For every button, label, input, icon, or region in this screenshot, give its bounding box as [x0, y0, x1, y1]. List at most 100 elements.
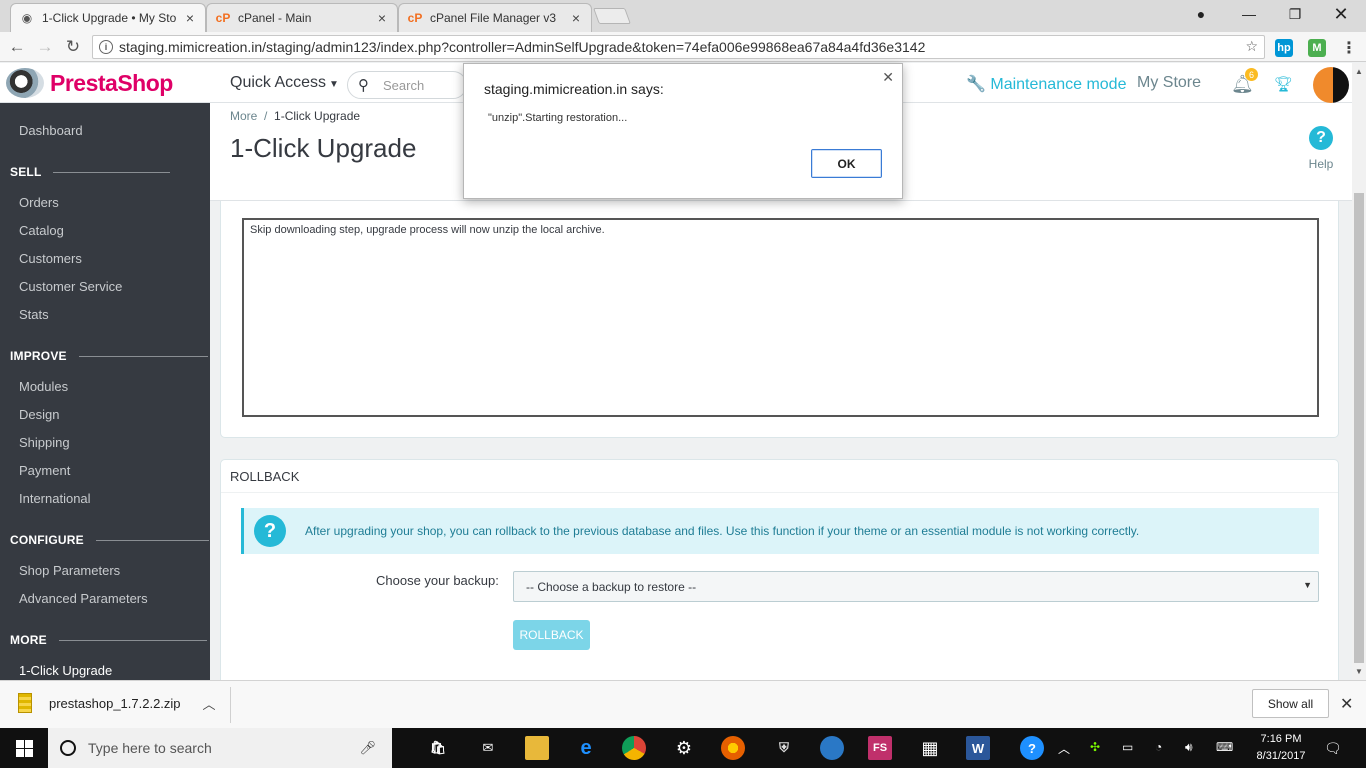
hp-extension-icon[interactable]: hp — [1275, 39, 1293, 57]
settings-gear-icon[interactable]: ⚙ — [672, 736, 696, 760]
backup-select[interactable]: -- Choose a backup to restore -- ▼ — [513, 571, 1319, 602]
tab-cpanel-file-manager[interactable]: cP cPanel File Manager v3 × — [398, 3, 592, 32]
question-icon: ? — [254, 515, 286, 547]
battery-icon[interactable]: ▭ — [1122, 740, 1133, 754]
scroll-up-icon[interactable]: ▲ — [1355, 67, 1363, 76]
back-arrow-icon[interactable]: ← — [6, 36, 28, 58]
file-explorer-icon[interactable] — [525, 736, 549, 760]
tab-cpanel-main[interactable]: cP cPanel - Main × — [206, 3, 398, 32]
my-store-link[interactable]: My Store — [1137, 74, 1201, 92]
shield-app-icon[interactable]: ⛨ — [772, 736, 796, 760]
cortana-icon — [60, 740, 76, 756]
trophy-icon[interactable]: 🏆︎ — [1274, 75, 1293, 93]
scroll-down-icon[interactable]: ▼ — [1355, 667, 1363, 676]
thunderbird-icon[interactable] — [820, 736, 844, 760]
sidebar-item-shop-parameters[interactable]: Shop Parameters — [19, 563, 120, 578]
word-icon[interactable]: W — [966, 736, 990, 760]
taskbar-search-input[interactable]: Type here to search 🎤︎ — [48, 728, 392, 768]
sidebar: Dashboard SELL Orders Catalog Customers … — [0, 103, 210, 680]
fs-app-icon[interactable]: FS — [868, 736, 892, 760]
notification-badge: 6 — [1245, 68, 1258, 81]
tab-title: cPanel - Main — [238, 11, 312, 25]
volume-icon[interactable]: 🔊︎ — [1185, 740, 1193, 755]
profile-icon[interactable]: ● — [1178, 0, 1224, 28]
bookmark-star-icon[interactable]: ☆ — [1245, 38, 1258, 55]
taskbar-clock[interactable]: 7:16 PM 8/31/2017 — [1256, 731, 1306, 765]
download-shelf: prestashop_1.7.2.2.zip ︿ Show all ✕ — [0, 680, 1366, 728]
quick-access-dropdown[interactable]: Quick Access ▼ — [230, 74, 339, 92]
forward-arrow-icon[interactable]: → — [34, 36, 56, 58]
edge-icon[interactable]: e — [574, 736, 598, 760]
sidebar-item-dashboard[interactable]: Dashboard — [19, 123, 83, 138]
close-dialog-icon[interactable]: ✕ — [882, 69, 894, 86]
firefox-icon[interactable] — [721, 736, 745, 760]
search-input[interactable]: ⚲ Search — [347, 71, 467, 99]
dialog-message: "unzip".Starting restoration... — [488, 112, 628, 124]
tray-app-icon[interactable]: ✣ — [1090, 740, 1100, 754]
caret-down-icon: ▼ — [329, 79, 339, 90]
backup-label: Choose your backup: — [376, 573, 499, 588]
reload-icon[interactable]: ↻ — [62, 36, 84, 58]
sidebar-item-shipping[interactable]: Shipping — [19, 435, 70, 450]
windows-taskbar: Type here to search 🎤︎ 🛍︎ ✉ e ⚙ ⛨ FS ▦ W… — [0, 728, 1366, 768]
tray-chevron-icon[interactable]: ︿ — [1058, 740, 1070, 757]
sidebar-item-modules[interactable]: Modules — [19, 379, 68, 394]
breadcrumb-current: 1-Click Upgrade — [274, 109, 361, 123]
close-window-icon[interactable]: ✕ — [1318, 0, 1364, 28]
rollback-button[interactable]: ROLLBACK — [513, 620, 590, 650]
sidebar-section-improve: IMPROVE — [10, 349, 208, 363]
sidebar-item-customer-service[interactable]: Customer Service — [19, 279, 122, 294]
breadcrumb: More / 1-Click Upgrade — [230, 109, 361, 123]
help-button[interactable]: ? Help — [1306, 126, 1336, 171]
maximize-icon[interactable]: ❐ — [1272, 0, 1318, 28]
maintenance-mode-link[interactable]: 🔧 Maintenance mode — [966, 74, 1126, 94]
chevron-up-icon[interactable]: ︿ — [203, 694, 216, 713]
dialog-ok-button[interactable]: OK — [811, 149, 882, 178]
close-tab-icon[interactable]: × — [183, 10, 197, 26]
site-info-icon[interactable]: i — [99, 40, 113, 54]
sidebar-item-design[interactable]: Design — [19, 407, 59, 422]
tab-1-click-upgrade[interactable]: ◉ 1-Click Upgrade • My Sto × — [10, 3, 206, 32]
sidebar-section-sell: SELL — [10, 165, 171, 179]
show-all-button[interactable]: Show all — [1252, 689, 1329, 718]
extension-icon[interactable]: M — [1308, 39, 1326, 57]
url-input[interactable]: i staging.mimicreation.in/staging/admin1… — [92, 35, 1265, 59]
windows-start-icon[interactable] — [16, 740, 33, 757]
help-icon: ? — [1309, 126, 1333, 150]
calculator-icon[interactable]: ▦ — [918, 736, 942, 760]
menu-dots-icon[interactable]: ⋮ — [1340, 39, 1358, 57]
sidebar-item-customers[interactable]: Customers — [19, 251, 82, 266]
sidebar-item-orders[interactable]: Orders — [19, 195, 59, 210]
sidebar-item-1-click-upgrade[interactable]: 1-Click Upgrade — [19, 663, 112, 678]
help-app-icon[interactable]: ? — [1020, 736, 1044, 760]
sidebar-item-advanced-parameters[interactable]: Advanced Parameters — [19, 591, 148, 606]
scrollbar-thumb[interactable] — [1354, 193, 1364, 663]
prestashop-logo[interactable]: PrestaShop — [6, 68, 173, 98]
alert-dialog: staging.mimicreation.in says: ✕ "unzip".… — [463, 63, 903, 199]
tab-title: 1-Click Upgrade • My Sto — [42, 11, 177, 25]
microphone-icon[interactable]: 🎤︎ — [359, 740, 376, 756]
page-title: 1-Click Upgrade — [230, 133, 417, 163]
wrench-icon: 🔧 — [966, 76, 986, 93]
sidebar-item-stats[interactable]: Stats — [19, 307, 49, 322]
download-item[interactable]: prestashop_1.7.2.2.zip ︿ — [18, 693, 216, 713]
minimize-icon[interactable]: — — [1226, 0, 1272, 28]
page-scrollbar[interactable]: ▲ ▼ — [1352, 63, 1366, 680]
keyboard-icon[interactable]: ⌨ — [1216, 740, 1233, 754]
sidebar-section-configure: CONFIGURE — [10, 533, 209, 547]
wifi-icon[interactable]: ◔ — [1155, 740, 1162, 754]
upgrade-log-textarea[interactable]: Skip downloading step, upgrade process w… — [242, 218, 1319, 417]
store-icon[interactable]: 🛍︎ — [426, 736, 450, 760]
breadcrumb-more[interactable]: More — [230, 109, 257, 123]
avatar[interactable] — [1313, 67, 1349, 103]
close-tab-icon[interactable]: × — [569, 10, 583, 26]
sidebar-item-international[interactable]: International — [19, 491, 91, 506]
action-center-icon[interactable]: 🗨︎ — [1324, 740, 1342, 757]
mail-icon[interactable]: ✉ — [476, 736, 500, 760]
sidebar-item-payment[interactable]: Payment — [19, 463, 70, 478]
close-shelf-icon[interactable]: ✕ — [1340, 694, 1353, 714]
chrome-icon[interactable] — [622, 736, 646, 760]
new-tab-button[interactable] — [593, 8, 631, 24]
close-tab-icon[interactable]: × — [375, 10, 389, 26]
sidebar-item-catalog[interactable]: Catalog — [19, 223, 64, 238]
